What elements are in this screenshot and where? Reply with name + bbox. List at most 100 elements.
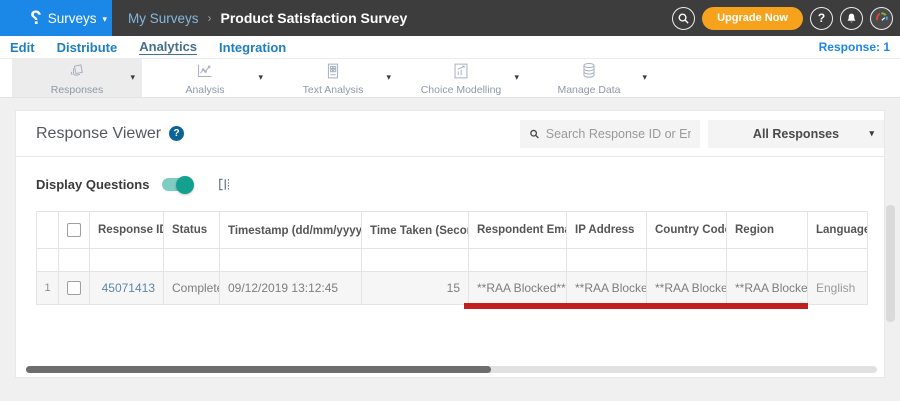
search-button[interactable] (672, 6, 696, 30)
toggle-knob (176, 175, 195, 194)
col-time-taken[interactable]: Time Taken (Seconds)⇅ (361, 211, 469, 249)
toolbar-item-analysis[interactable]: Analysis ▾ (140, 59, 270, 97)
filter-cell[interactable] (219, 248, 362, 272)
display-questions-toggle[interactable] (162, 175, 195, 194)
col-label: Timestamp (dd/mm/yyyy) (228, 224, 362, 237)
toolbar-label: Manage Data (557, 83, 621, 96)
upgrade-now-button[interactable]: Upgrade Now (702, 6, 803, 30)
responses-filter-dropdown[interactable]: All Responses ▾ (708, 119, 884, 148)
chevron-down-icon[interactable]: ▾ (514, 72, 519, 83)
chevron-down-icon[interactable]: ▾ (130, 72, 135, 83)
col-country-code[interactable]: Country Code (646, 211, 727, 249)
response-id-cell[interactable]: 45071413 (89, 271, 164, 305)
country-code-cell: **RAA Blocked** (646, 271, 727, 305)
chevron-down-icon: ▾ (869, 128, 874, 138)
toolbar-item-responses[interactable]: Responses ▾ (12, 59, 142, 97)
filter-cell[interactable] (89, 248, 164, 272)
chevron-down-icon[interactable]: ▾ (386, 72, 391, 83)
response-search-box (520, 119, 700, 148)
region-cell: **RAA Blocked** (726, 271, 808, 305)
filter-cell (58, 248, 90, 272)
filter-cell[interactable] (361, 248, 469, 272)
tab-edit[interactable]: Edit (10, 41, 35, 54)
ip-address-cell: **RAA Blocked** (566, 271, 647, 305)
top-navbar: ? Surveys ▾ My Surveys › Product Satisfa… (0, 0, 900, 36)
chevron-down-icon: ▾ (102, 13, 107, 24)
red-annotation-underline (464, 303, 808, 309)
col-label: Language (816, 224, 868, 236)
search-icon (530, 129, 539, 138)
select-all-checkbox[interactable] (67, 223, 81, 237)
vertical-scrollbar-thumb[interactable] (886, 205, 895, 322)
tab-distribute[interactable]: Distribute (57, 41, 118, 54)
toolbar-label: Text Analysis (302, 83, 364, 96)
status-cell: Completed (163, 271, 220, 305)
response-count-badge: Response: 1 (818, 40, 890, 54)
toolbar-label: Responses (50, 83, 104, 96)
analysis-icon (194, 61, 216, 82)
col-status[interactable]: Status (163, 211, 220, 249)
survey-tab-bar: Edit Distribute Analytics Integration Re… (0, 36, 900, 59)
tab-analytics[interactable]: Analytics (139, 40, 198, 55)
bell-icon (847, 13, 856, 22)
choice-modelling-icon (450, 61, 472, 82)
horizontal-scrollbar-track[interactable] (26, 366, 877, 373)
respondent-email-cell: **RAA Blocked** (468, 271, 567, 305)
search-input[interactable] (545, 126, 691, 141)
gauge-icon (875, 12, 888, 21)
table-row[interactable]: 1 45071413 Completed 09/12/2019 13:12:45… (36, 271, 868, 305)
response-viewer-panel: Response Viewer ? All Responses ▾ Displa… (15, 110, 885, 378)
toolbar-item-manage-data[interactable]: Manage Data ▾ (524, 59, 654, 97)
product-switcher[interactable]: ? Surveys ▾ (0, 0, 112, 36)
breadcrumb-current-survey: Product Satisfaction Survey (220, 10, 408, 26)
toolbar-item-choice-modelling[interactable]: Choice Modelling ▾ (396, 59, 526, 97)
breadcrumb-my-surveys[interactable]: My Surveys (128, 11, 199, 26)
product-menu-label: Surveys (47, 10, 97, 26)
search-icon (678, 13, 689, 24)
filter-cell[interactable] (726, 248, 808, 272)
col-language[interactable]: Language (807, 211, 868, 249)
table-header-row: Response ID▼ Status Timestamp (dd/mm/yyy… (36, 211, 868, 249)
analytics-toolbar: Responses ▾ Analysis ▾ Text Analysis ▾ C… (0, 59, 900, 98)
horizontal-scrollbar-thumb[interactable] (26, 366, 491, 373)
col-response-id[interactable]: Response ID▼ (89, 211, 164, 249)
col-ip-address[interactable]: IP Address (566, 211, 647, 249)
chevron-down-icon[interactable]: ▾ (642, 72, 647, 83)
responses-filter-value: All Responses (752, 126, 840, 141)
freeze-columns-icon[interactable] (216, 176, 233, 193)
responses-table: Response ID▼ Status Timestamp (dd/mm/yyy… (36, 211, 868, 305)
col-region[interactable]: Region (726, 211, 808, 249)
responses-icon (66, 61, 88, 82)
toolbar-label: Choice Modelling (420, 83, 502, 96)
row-select-cell (58, 271, 90, 305)
chevron-down-icon[interactable]: ▾ (258, 72, 263, 83)
viewer-help-icon[interactable]: ? (169, 126, 185, 141)
question-mark-icon: ? (817, 11, 826, 25)
breadcrumb: My Surveys › Product Satisfaction Survey (128, 10, 407, 26)
filter-cell[interactable] (807, 248, 868, 272)
col-label: Region (735, 224, 774, 236)
col-respondent-email[interactable]: Respondent Email (468, 211, 567, 249)
select-all-header (58, 211, 90, 249)
display-questions-label: Display Questions (36, 177, 150, 192)
account-avatar[interactable] (870, 6, 893, 30)
language-cell: English (807, 271, 868, 305)
filter-cell[interactable] (163, 248, 220, 272)
row-number-header (36, 211, 59, 249)
col-timestamp[interactable]: Timestamp (dd/mm/yyyy)⇅ (219, 211, 362, 249)
help-button[interactable]: ? (810, 6, 833, 30)
filter-cell[interactable] (646, 248, 727, 272)
timestamp-cell: 09/12/2019 13:12:45 (219, 271, 362, 305)
row-checkbox[interactable] (67, 281, 81, 296)
time-taken-cell: 15 (361, 271, 469, 305)
col-label: IP Address (575, 224, 635, 236)
response-viewer-header: Response Viewer ? All Responses ▾ (16, 111, 884, 157)
filter-cell[interactable] (468, 248, 567, 272)
notifications-button[interactable] (840, 6, 863, 30)
tab-integration[interactable]: Integration (219, 41, 286, 54)
viewer-controls: Display Questions (16, 157, 884, 194)
breadcrumb-separator-icon: › (207, 11, 212, 25)
toolbar-item-text-analysis[interactable]: Text Analysis ▾ (268, 59, 398, 97)
filter-cell[interactable] (566, 248, 647, 272)
toolbar-label: Analysis (185, 83, 225, 96)
